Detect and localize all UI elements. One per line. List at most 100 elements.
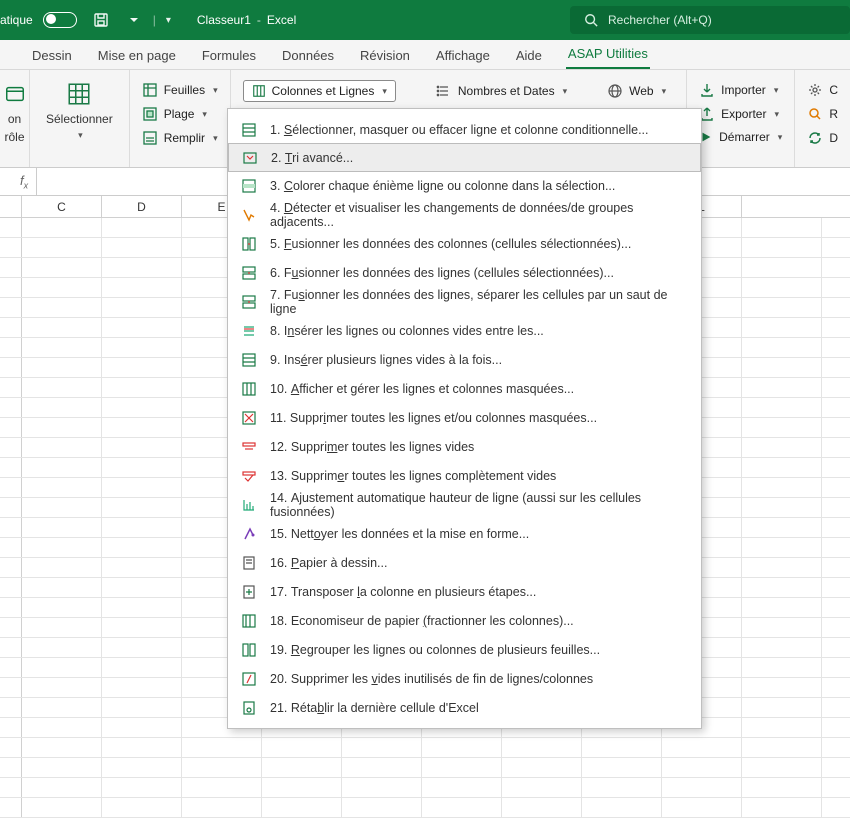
cell[interactable]	[422, 738, 502, 757]
cell[interactable]	[502, 738, 582, 757]
cell[interactable]	[742, 518, 822, 537]
cell[interactable]	[102, 458, 182, 477]
menu-item-12[interactable]: 12. Supprimer toutes les lignes vides	[228, 432, 701, 461]
cell[interactable]	[102, 718, 182, 737]
cell[interactable]	[22, 558, 102, 577]
cell[interactable]	[102, 798, 182, 817]
numbers-dates-dropdown[interactable]: Nombres et Dates▾	[436, 80, 567, 102]
cell[interactable]	[102, 778, 182, 797]
cell[interactable]	[102, 218, 182, 237]
cell[interactable]	[102, 378, 182, 397]
cell[interactable]	[102, 698, 182, 717]
menu-item-16[interactable]: 16. Papier à dessin...	[228, 548, 701, 577]
cell[interactable]	[102, 678, 182, 697]
cell[interactable]	[742, 358, 822, 377]
search-box[interactable]: Rechercher (Alt+Q)	[570, 6, 850, 34]
menu-item-8[interactable]: 8. Insérer les lignes ou colonnes vides …	[228, 316, 701, 345]
cell[interactable]	[102, 598, 182, 617]
cell[interactable]	[102, 758, 182, 777]
control-panel-button[interactable]: on rôle	[4, 76, 25, 144]
fx-label[interactable]: fx	[12, 173, 36, 191]
cell[interactable]	[22, 298, 102, 317]
cell[interactable]	[102, 538, 182, 557]
cell[interactable]	[742, 378, 822, 397]
quickaccess-overflow-icon[interactable]: ▾	[166, 15, 171, 26]
web-dropdown[interactable]: Web▾	[607, 80, 666, 102]
cell[interactable]	[22, 538, 102, 557]
cell[interactable]	[22, 698, 102, 717]
menu-item-14[interactable]: 14. Ajustement automatique hauteur de li…	[228, 490, 701, 519]
refresh-button[interactable]: D	[807, 130, 838, 146]
cell[interactable]	[742, 538, 822, 557]
cell[interactable]	[582, 758, 662, 777]
select-button[interactable]: Sélectionner ▾	[42, 76, 117, 141]
cell[interactable]	[102, 658, 182, 677]
menu-item-10[interactable]: 10. Afficher et gérer les lignes et colo…	[228, 374, 701, 403]
cell[interactable]	[502, 758, 582, 777]
spreadsheet-grid[interactable]: CDEL 1. Sélectionner, masquer ou effacer…	[0, 196, 850, 818]
cell[interactable]	[262, 758, 342, 777]
cell[interactable]	[662, 738, 742, 757]
cell[interactable]	[742, 658, 822, 677]
cell[interactable]	[22, 458, 102, 477]
cell[interactable]	[22, 658, 102, 677]
tab-mise-en-page[interactable]: Mise en page	[96, 42, 178, 69]
cell[interactable]	[742, 298, 822, 317]
cell[interactable]	[102, 518, 182, 537]
cell[interactable]	[662, 798, 742, 817]
cell[interactable]	[502, 778, 582, 797]
cell[interactable]	[102, 438, 182, 457]
cell[interactable]	[182, 738, 262, 757]
cell[interactable]	[102, 318, 182, 337]
cell[interactable]	[742, 698, 822, 717]
menu-item-20[interactable]: 20. Supprimer les vides inutilisés de fi…	[228, 664, 701, 693]
cell[interactable]	[102, 338, 182, 357]
cell[interactable]	[102, 618, 182, 637]
cell[interactable]	[102, 478, 182, 497]
menu-item-13[interactable]: 13. Supprimer toutes les lignes complète…	[228, 461, 701, 490]
cell[interactable]	[742, 218, 822, 237]
cell[interactable]	[742, 318, 822, 337]
cell[interactable]	[742, 578, 822, 597]
cell[interactable]	[22, 398, 102, 417]
tab-dessin[interactable]: Dessin	[30, 42, 74, 69]
cell[interactable]	[22, 238, 102, 257]
cell[interactable]	[22, 738, 102, 757]
start-dropdown[interactable]: Démarrer▾	[699, 130, 782, 144]
column-header[interactable]: C	[22, 196, 102, 217]
cell[interactable]	[662, 778, 742, 797]
range-dropdown[interactable]: Plage▾	[142, 106, 218, 122]
cell[interactable]	[22, 498, 102, 517]
cell[interactable]	[22, 798, 102, 817]
cell[interactable]	[22, 718, 102, 737]
cell[interactable]	[262, 738, 342, 757]
cell[interactable]	[742, 758, 822, 777]
cell[interactable]	[742, 418, 822, 437]
menu-item-5[interactable]: 5. Fusionner les données des colonnes (c…	[228, 229, 701, 258]
cell[interactable]	[742, 798, 822, 817]
cell[interactable]	[102, 578, 182, 597]
cell[interactable]	[22, 218, 102, 237]
cell[interactable]	[262, 778, 342, 797]
menu-item-21[interactable]: 21. Rétablir la dernière cellule d'Excel	[228, 693, 701, 722]
cell[interactable]	[102, 278, 182, 297]
cell[interactable]	[22, 278, 102, 297]
cell[interactable]	[102, 258, 182, 277]
cell[interactable]	[102, 638, 182, 657]
cell[interactable]	[742, 778, 822, 797]
cell[interactable]	[742, 738, 822, 757]
column-header[interactable]: D	[102, 196, 182, 217]
cell[interactable]	[262, 798, 342, 817]
cell[interactable]	[102, 558, 182, 577]
cell[interactable]	[342, 798, 422, 817]
cell[interactable]	[22, 618, 102, 637]
cell[interactable]	[742, 618, 822, 637]
cell[interactable]	[742, 718, 822, 737]
cell[interactable]	[102, 418, 182, 437]
cell[interactable]	[22, 758, 102, 777]
cell[interactable]	[22, 258, 102, 277]
cell[interactable]	[22, 358, 102, 377]
tab-données[interactable]: Données	[280, 42, 336, 69]
cell[interactable]	[582, 738, 662, 757]
cell[interactable]	[102, 738, 182, 757]
